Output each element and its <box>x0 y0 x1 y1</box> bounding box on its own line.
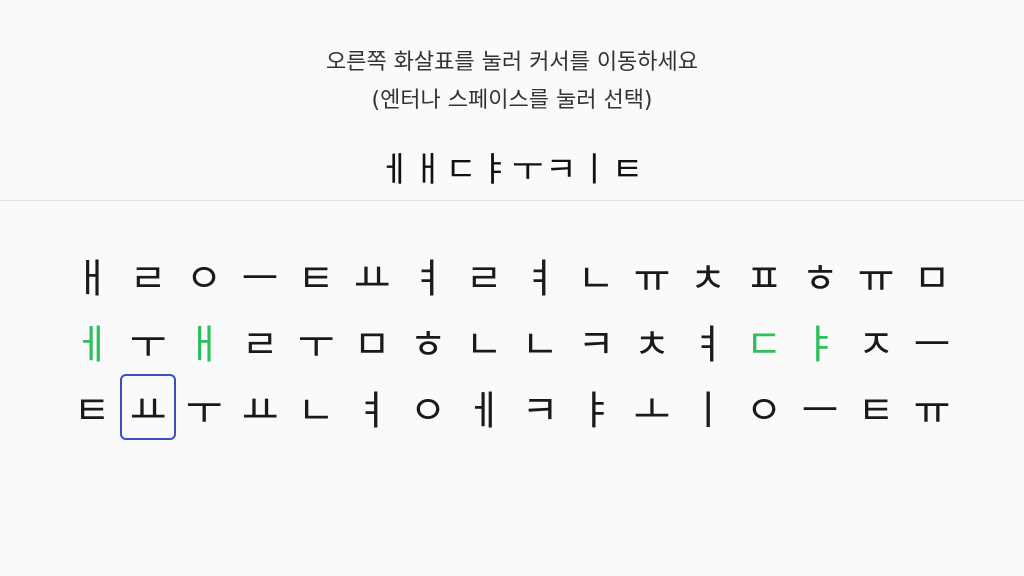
grid-cell[interactable]: ㅑ <box>792 308 848 374</box>
grid-cell[interactable]: ㅜ <box>176 374 232 440</box>
grid-cell[interactable]: ㅠ <box>848 242 904 308</box>
grid-cell[interactable]: ㅣ <box>680 374 736 440</box>
letter-grid: ㅐㄹㅇㅡㅌㅛㅕㄹㅕㄴㅠㅊㅍㅎㅠㅁㅔㅜㅐㄹㅜㅁㅎㄴㄴㅋㅊㅕㄷㅑㅈㅡㅌㅛㅜㅛㄴㅕㅇㅔ… <box>64 242 960 440</box>
instruction-line-2: (엔터나 스페이스를 눌러 선택) <box>371 88 653 113</box>
grid-cell[interactable]: ㅡ <box>232 242 288 308</box>
divider <box>0 200 1024 201</box>
grid-cell[interactable]: ㅛ <box>344 242 400 308</box>
grid-cell[interactable]: ㅍ <box>736 242 792 308</box>
grid-cell[interactable]: ㅌ <box>848 374 904 440</box>
grid-cell[interactable]: ㅐ <box>64 242 120 308</box>
target-word: ㅔㅐㄷㅑㅜㅋㅣㅌ <box>378 150 646 190</box>
grid-cell[interactable]: ㅜ <box>288 308 344 374</box>
grid-cell[interactable]: ㅌ <box>64 374 120 440</box>
grid-cell[interactable]: ㄹ <box>232 308 288 374</box>
grid-row: ㅐㄹㅇㅡㅌㅛㅕㄹㅕㄴㅠㅊㅍㅎㅠㅁ <box>64 242 960 308</box>
grid-cell[interactable]: ㅎ <box>792 242 848 308</box>
grid-cell[interactable]: ㅋ <box>568 308 624 374</box>
grid-cell[interactable]: ㅛ <box>232 374 288 440</box>
grid-cell[interactable]: ㅔ <box>456 374 512 440</box>
grid-cell[interactable]: ㅎ <box>400 308 456 374</box>
grid-cell[interactable]: ㄴ <box>456 308 512 374</box>
grid-cell[interactable]: ㅡ <box>904 308 960 374</box>
grid-cell[interactable]: ㅔ <box>64 308 120 374</box>
grid-cell[interactable]: ㄴ <box>512 308 568 374</box>
grid-cell[interactable]: ㄷ <box>736 308 792 374</box>
grid-cell[interactable]: ㄹ <box>456 242 512 308</box>
grid-cell[interactable]: ㅜ <box>120 308 176 374</box>
grid-cell[interactable]: ㅈ <box>848 308 904 374</box>
grid-cell[interactable]: ㅕ <box>400 242 456 308</box>
instructions: 오른쪽 화살표를 눌러 커서를 이동하세요 (엔터나 스페이스를 눌러 선택) <box>0 44 1024 120</box>
grid-cell[interactable]: ㅐ <box>176 308 232 374</box>
grid-cell[interactable]: ㅕ <box>680 308 736 374</box>
grid-cell[interactable]: ㅁ <box>904 242 960 308</box>
grid-cell[interactable]: ㅁ <box>344 308 400 374</box>
grid-cell-cursor[interactable]: ㅛ <box>120 374 176 440</box>
grid-row: ㅌㅛㅜㅛㄴㅕㅇㅔㅋㅑㅗㅣㅇㅡㅌㅠ <box>64 374 960 440</box>
grid-cell[interactable]: ㅡ <box>792 374 848 440</box>
grid-cell[interactable]: ㅋ <box>512 374 568 440</box>
grid-cell[interactable]: ㅕ <box>512 242 568 308</box>
instruction-line-1: 오른쪽 화살표를 눌러 커서를 이동하세요 <box>325 50 699 75</box>
grid-cell[interactable]: ㅠ <box>904 374 960 440</box>
grid-row: ㅔㅜㅐㄹㅜㅁㅎㄴㄴㅋㅊㅕㄷㅑㅈㅡ <box>64 308 960 374</box>
grid-cell[interactable]: ㅇ <box>400 374 456 440</box>
grid-cell[interactable]: ㅇ <box>736 374 792 440</box>
grid-cell[interactable]: ㄴ <box>568 242 624 308</box>
grid-cell[interactable]: ㅌ <box>288 242 344 308</box>
grid-cell[interactable]: ㅗ <box>624 374 680 440</box>
grid-cell[interactable]: ㅊ <box>680 242 736 308</box>
grid-cell[interactable]: ㄴ <box>288 374 344 440</box>
grid-cell[interactable]: ㅊ <box>624 308 680 374</box>
grid-cell[interactable]: ㅑ <box>568 374 624 440</box>
grid-cell[interactable]: ㅇ <box>176 242 232 308</box>
grid-cell[interactable]: ㄹ <box>120 242 176 308</box>
grid-cell[interactable]: ㅕ <box>344 374 400 440</box>
grid-cell[interactable]: ㅠ <box>624 242 680 308</box>
